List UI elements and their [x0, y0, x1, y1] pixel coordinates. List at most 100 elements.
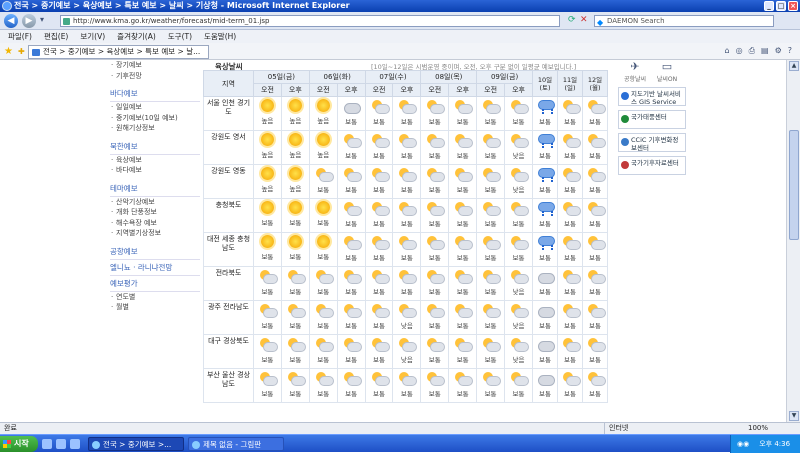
- scroll-thumb[interactable]: [789, 130, 799, 240]
- partly-cloudy-icon: [510, 167, 529, 182]
- quick-link[interactable]: ✈ 공항날씨: [622, 60, 648, 83]
- refresh-icon[interactable]: ⟳: [568, 15, 576, 25]
- dropdown-arrow-icon[interactable]: ▾: [40, 15, 44, 24]
- sidebar-link[interactable]: 연도별: [110, 292, 200, 303]
- partly-cloudy-icon: [426, 167, 446, 182]
- region-name[interactable]: 광주 전라남도: [203, 300, 254, 335]
- add-favorite-icon[interactable]: ✚: [18, 47, 25, 56]
- url-field[interactable]: http://www.kma.go.kr/weather/forecast/mi…: [60, 15, 560, 27]
- start-button[interactable]: 시작: [0, 436, 38, 452]
- partner-banner[interactable]: 지도기반 날씨서비스 GIS Service: [618, 87, 686, 106]
- forecast-cell: 보통: [476, 334, 506, 369]
- sunny-icon: [288, 133, 302, 146]
- tray-icons[interactable]: ◉◉: [737, 435, 757, 453]
- am-header: 오전: [476, 83, 506, 97]
- region-name[interactable]: 대구 경상북도: [203, 334, 254, 369]
- confidence-label: 보통: [456, 152, 469, 160]
- sidebar-link[interactable]: 지역별기상정보: [110, 228, 200, 239]
- taskbar-item-paint[interactable]: 제목 없음 - 그림판: [188, 437, 284, 451]
- page-menu-icon[interactable]: ▤: [761, 46, 769, 56]
- sidebar-section-heading[interactable]: 테마예보: [110, 181, 200, 197]
- partner-banner[interactable]: CCiC 기후변화정보센터: [618, 133, 686, 152]
- stop-icon[interactable]: ✕: [580, 15, 588, 25]
- region-name[interactable]: 전라북도: [203, 266, 254, 301]
- partly-cloudy-icon: [287, 269, 306, 284]
- minimize-button[interactable]: _: [764, 1, 774, 11]
- tools-icon[interactable]: ⚙: [775, 46, 782, 56]
- region-name[interactable]: 강원도 영동: [203, 164, 254, 199]
- region-name[interactable]: 서울 인천 경기도: [203, 96, 254, 131]
- scroll-up-icon[interactable]: ▲: [789, 61, 799, 71]
- help-icon[interactable]: ?: [788, 46, 792, 56]
- print-icon[interactable]: ⎙: [749, 46, 755, 56]
- confidence-label: 보통: [564, 152, 576, 160]
- partly-cloudy-icon: [287, 371, 306, 386]
- menu-item[interactable]: 파일(F): [8, 30, 32, 43]
- zoom-level[interactable]: 100%: [748, 423, 768, 434]
- sidebar-link[interactable]: 바다예보: [110, 165, 200, 176]
- sidebar-section-heading[interactable]: 엘니뇨 · 라니냐전망: [110, 260, 200, 276]
- right-panel: ✈ 공항날씨 ▭ 날씨ON 지도기반 날씨서비스 GIS Service 국가태풍센터 C…: [616, 60, 688, 175]
- maximize-button[interactable]: □: [776, 1, 786, 11]
- back-button[interactable]: ◀: [4, 14, 18, 28]
- partly-cloudy-icon: [562, 269, 581, 284]
- partly-cloudy-icon: [562, 337, 581, 352]
- sidebar-link[interactable]: 산악기상예보: [110, 197, 200, 208]
- sidebar-link[interactable]: 일일예보: [110, 102, 200, 113]
- region-name[interactable]: 대전 세종 충청남도: [203, 232, 254, 267]
- sidebar-link[interactable]: 장기예보: [110, 60, 200, 71]
- forecast-cell: 보통: [532, 164, 558, 199]
- sidebar-section-heading[interactable]: 북한예보: [110, 139, 200, 155]
- feeds-icon[interactable]: ◎: [736, 46, 743, 56]
- rain-icon: [537, 167, 555, 181]
- region-name[interactable]: 강원도 영서: [203, 130, 254, 165]
- taskbar-item-ie[interactable]: 전국 > 중기예보 >...: [88, 437, 184, 451]
- partner-banner[interactable]: 국가기후자료센터: [618, 156, 686, 175]
- sidebar-link[interactable]: 원해기상정보: [110, 123, 200, 134]
- confidence-label: 보통: [484, 118, 497, 126]
- confidence-label: 보통: [373, 322, 385, 330]
- favorites-star-icon[interactable]: ★: [4, 46, 13, 57]
- vertical-scrollbar[interactable]: ▲ ▼: [786, 60, 800, 422]
- sidebar-link[interactable]: 육상예보: [110, 155, 200, 166]
- sidebar-link[interactable]: 해수욕장 예보: [110, 218, 200, 229]
- menu-item[interactable]: 도움말(H): [204, 30, 236, 43]
- forward-button[interactable]: ▶: [22, 14, 36, 28]
- confidence-label: 보통: [589, 220, 601, 228]
- menu-item[interactable]: 보기(V): [80, 30, 105, 43]
- confidence-label: 보통: [373, 254, 385, 262]
- quick-link[interactable]: ▭ 날씨ON: [654, 60, 680, 83]
- browser-tab[interactable]: 전국 > 중기예보 > 육상예보 > 특보 예보 > 날...: [28, 45, 210, 59]
- forecast-cell: 보통: [582, 198, 608, 233]
- sidebar-link[interactable]: 기후전망: [110, 71, 200, 82]
- sidebar-section-heading[interactable]: 바다예보: [110, 86, 200, 102]
- show-desktop-icon[interactable]: [42, 439, 52, 449]
- sidebar-link[interactable]: 개화 단풍정보: [110, 207, 200, 218]
- cloudy-icon: [343, 99, 361, 114]
- confidence-label: 보통: [589, 322, 601, 330]
- sidebar-link[interactable]: 중기예보(10일 예보): [110, 113, 200, 124]
- home-icon[interactable]: ⌂: [725, 46, 730, 56]
- forecast-cell: 보통: [476, 198, 506, 233]
- scroll-down-icon[interactable]: ▼: [789, 411, 799, 421]
- confidence-label: 보통: [539, 118, 551, 126]
- region-name[interactable]: 충청북도: [203, 198, 254, 233]
- explorer-launch-icon[interactable]: [70, 439, 80, 449]
- menu-item[interactable]: 편집(E): [44, 30, 68, 43]
- partly-cloudy-icon: [454, 337, 474, 352]
- region-name[interactable]: 부산 울산 경상남도: [203, 368, 254, 403]
- partly-cloudy-icon: [482, 337, 502, 352]
- sidebar-section-heading[interactable]: 공항예보: [110, 244, 200, 260]
- partner-banner[interactable]: 국가태풍센터: [618, 110, 686, 129]
- menu-item[interactable]: 도구(T): [168, 30, 192, 43]
- forecast-cell: 높음: [308, 130, 338, 165]
- close-button[interactable]: ×: [788, 1, 798, 11]
- sidebar-section-heading[interactable]: 예보평가: [110, 276, 200, 292]
- confidence-label: 낮음: [512, 288, 525, 296]
- forecast-cell: 보통: [336, 96, 366, 131]
- search-input[interactable]: ◆ DAEMON Search: [594, 15, 774, 27]
- menu-item[interactable]: 즐겨찾기(A): [117, 30, 156, 43]
- ie-launch-icon[interactable]: [56, 439, 66, 449]
- sidebar-link[interactable]: 월별: [110, 302, 200, 313]
- confidence-label: 보통: [428, 322, 441, 330]
